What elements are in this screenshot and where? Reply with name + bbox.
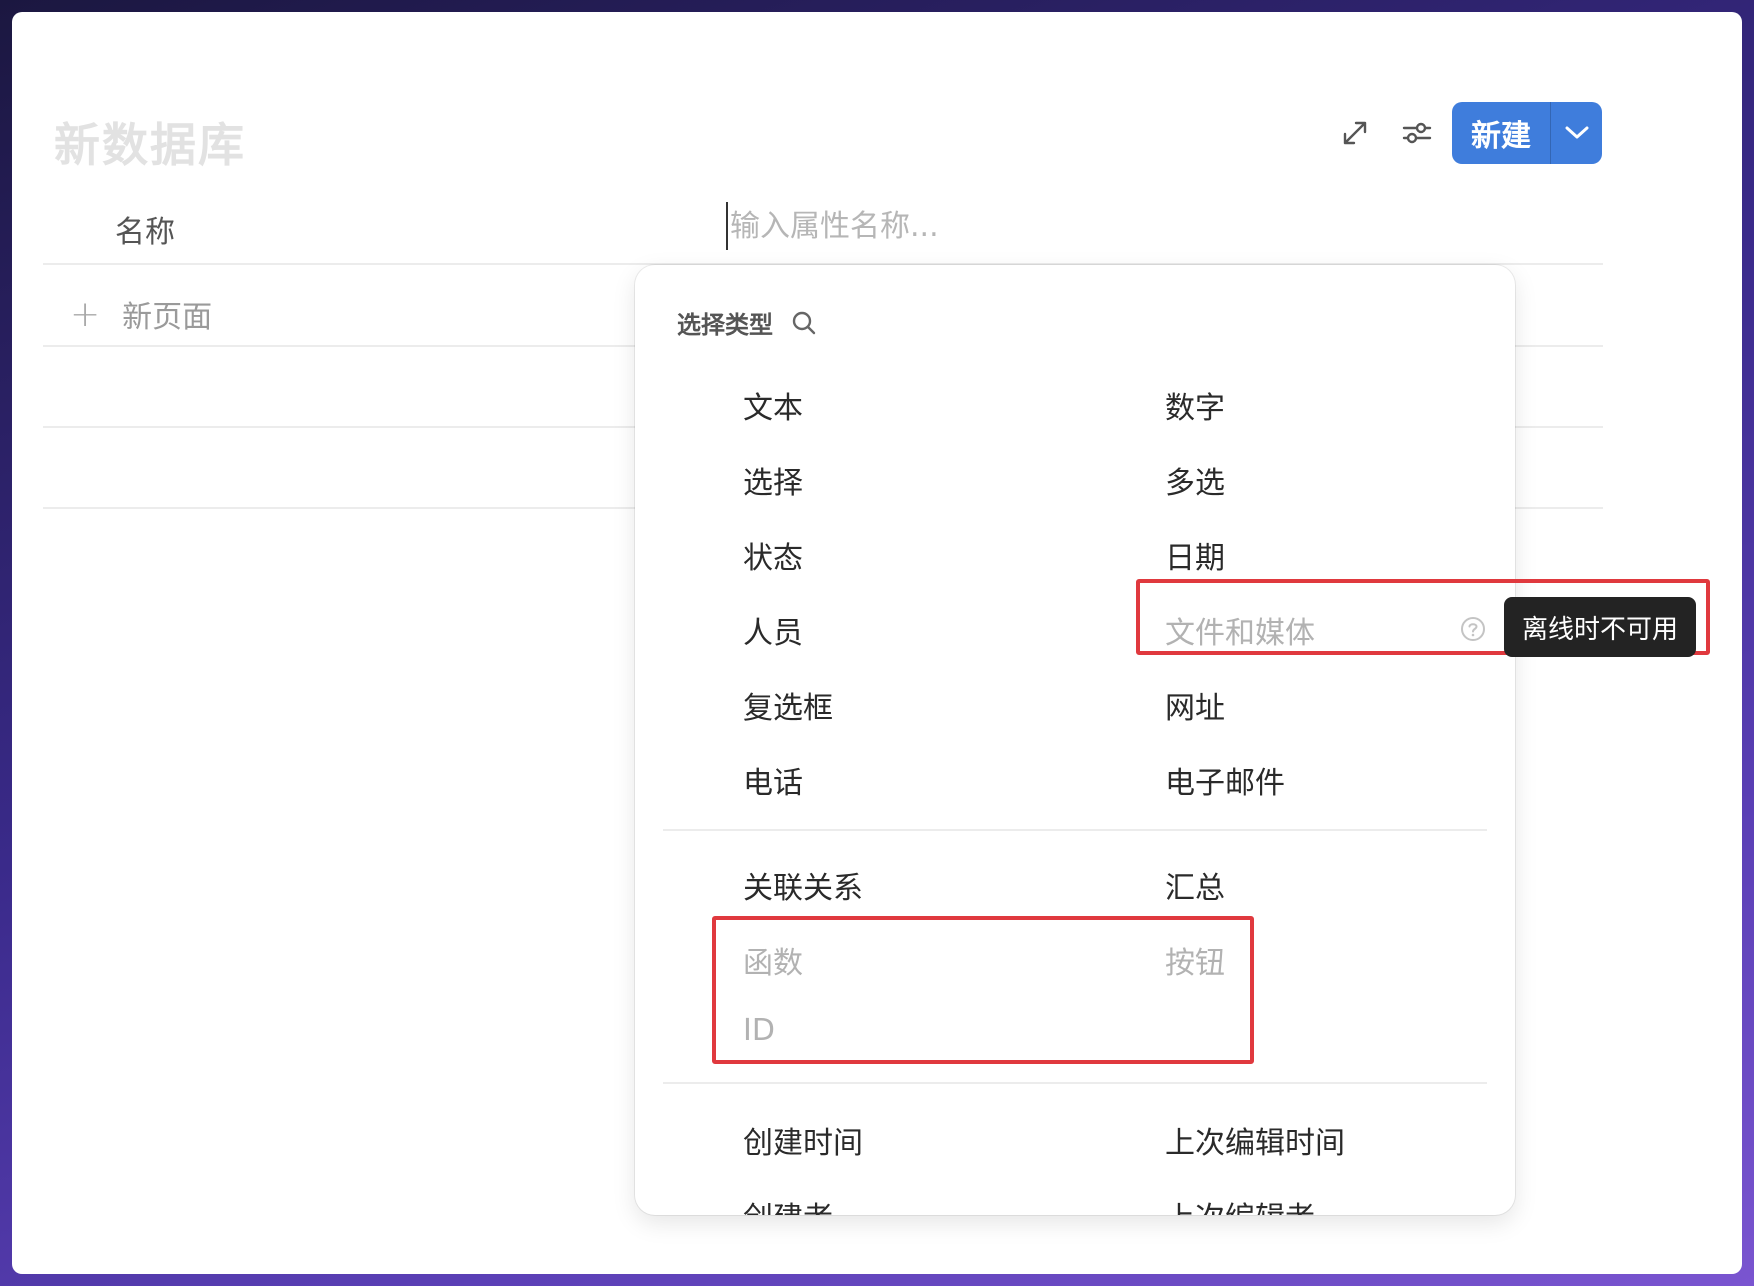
- chevron-down-icon: [1565, 126, 1588, 139]
- type-last-edited-time[interactable]: 上次编辑时间: [1165, 1118, 1345, 1162]
- type-person[interactable]: 人员: [743, 608, 803, 652]
- type-text[interactable]: 文本: [743, 383, 803, 427]
- type-relation[interactable]: 关联关系: [743, 863, 863, 907]
- highlight-box-unavailable-types: [712, 916, 1254, 1064]
- type-created-time[interactable]: 创建时间: [743, 1118, 863, 1162]
- name-column-header[interactable]: 名称: [115, 207, 175, 251]
- search-icon[interactable]: [791, 310, 817, 336]
- app-window: 新数据库 新建 名称 + 新页面 选择类型: [12, 12, 1742, 1274]
- menu-separator: [663, 1082, 1487, 1084]
- new-button-label[interactable]: 新建: [1452, 102, 1551, 164]
- offline-tooltip: 离线时不可用: [1504, 597, 1697, 657]
- new-page-button[interactable]: + 新页面: [70, 292, 212, 336]
- type-date[interactable]: 日期: [1165, 533, 1225, 577]
- plus-icon: +: [70, 293, 101, 335]
- type-checkbox[interactable]: 复选框: [743, 683, 833, 727]
- type-phone[interactable]: 电话: [743, 758, 803, 802]
- property-name-input[interactable]: [726, 202, 1292, 250]
- menu-separator: [663, 829, 1487, 831]
- type-picker-header: 选择类型: [677, 305, 817, 340]
- type-email[interactable]: 电子邮件: [1165, 758, 1285, 802]
- type-picker-title: 选择类型: [677, 311, 773, 339]
- type-last-edited-by[interactable]: 上次编辑者: [1165, 1193, 1315, 1215]
- type-rollup[interactable]: 汇总: [1165, 863, 1225, 907]
- new-dropdown-button[interactable]: [1551, 102, 1602, 164]
- expand-icon[interactable]: [1332, 110, 1378, 156]
- sliders-icon[interactable]: [1394, 110, 1440, 156]
- type-select[interactable]: 选择: [743, 458, 803, 502]
- new-page-label: 新页面: [122, 300, 213, 335]
- type-created-by[interactable]: 创建者: [743, 1193, 833, 1215]
- new-button[interactable]: 新建: [1452, 102, 1602, 164]
- type-multi-select[interactable]: 多选: [1165, 458, 1225, 502]
- database-title[interactable]: 新数据库: [54, 109, 246, 175]
- type-url[interactable]: 网址: [1165, 683, 1225, 727]
- type-picker-menu: 选择类型 文本 数字 选择 多选 状态 日期 人员 文件和媒体 复选框 网址 电…: [635, 265, 1515, 1215]
- type-number[interactable]: 数字: [1165, 383, 1225, 427]
- type-status[interactable]: 状态: [743, 533, 803, 577]
